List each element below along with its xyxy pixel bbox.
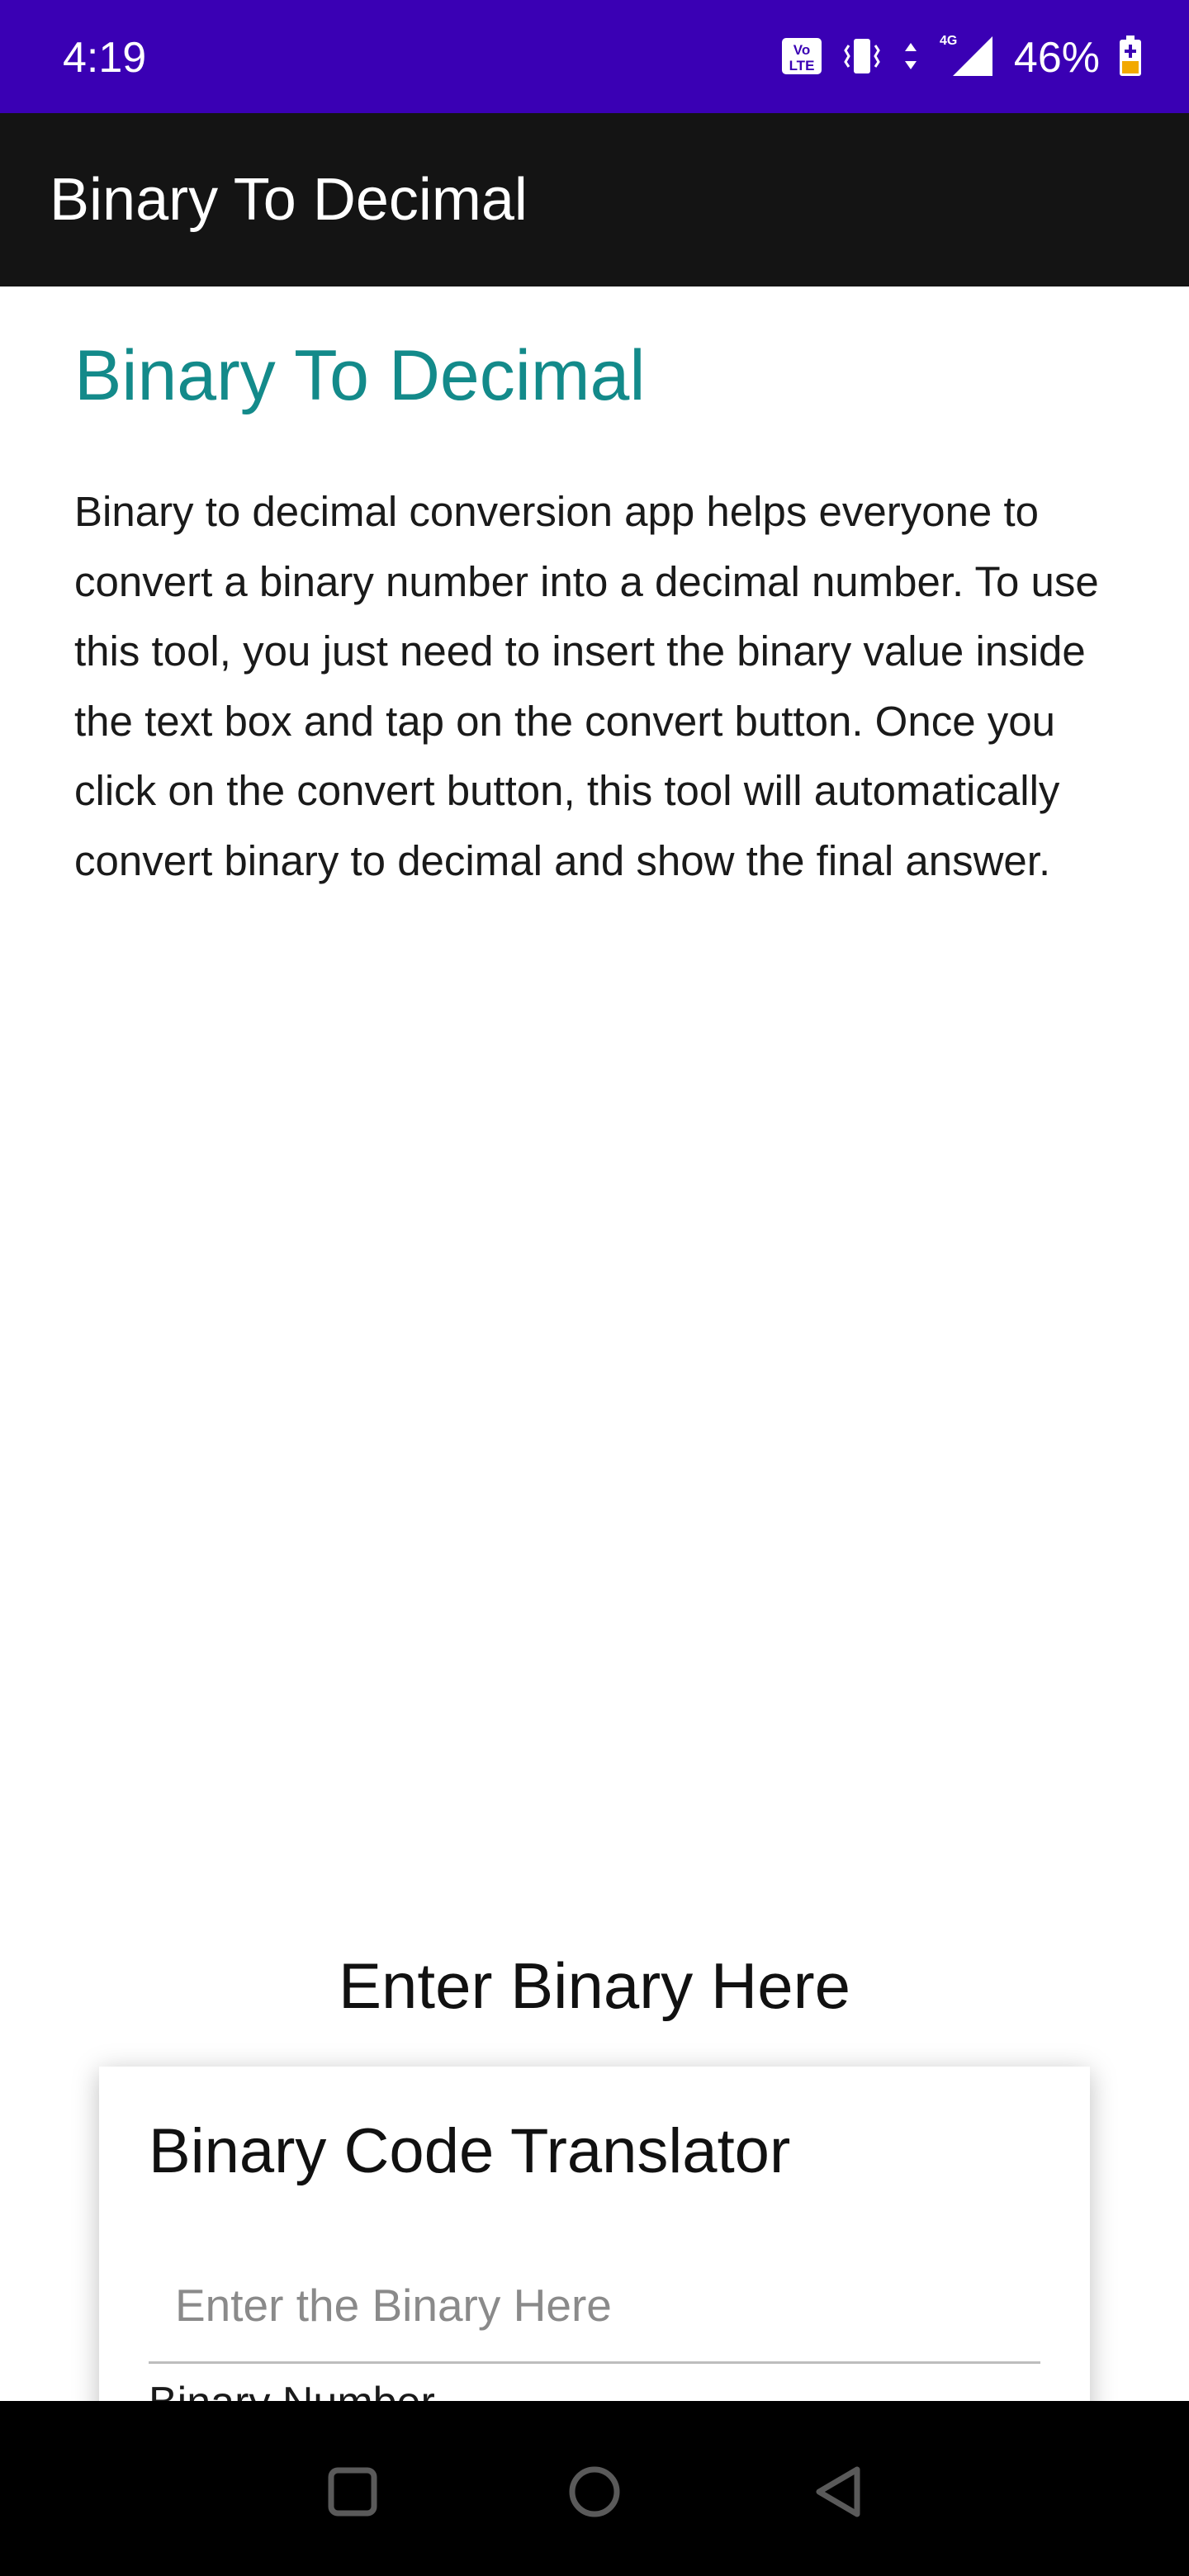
svg-text:LTE: LTE <box>789 58 814 73</box>
app-bar-title: Binary To Decimal <box>50 167 528 233</box>
volte-icon: Vo LTE <box>781 37 822 79</box>
binary-input[interactable] <box>149 2248 1040 2364</box>
data-arrows-icon <box>902 40 920 77</box>
back-triangle-icon[interactable] <box>797 2451 879 2533</box>
network-type-label: 4G <box>940 34 957 48</box>
card-title: Binary Code Translator <box>149 2116 791 2186</box>
recents-square-icon[interactable] <box>311 2451 394 2533</box>
home-circle-icon[interactable] <box>553 2451 636 2533</box>
battery-percent: 46% <box>1013 34 1100 82</box>
status-bar: 4:19 Vo LTE 4G 46% <box>0 0 1189 113</box>
status-time: 4:19 <box>63 34 147 82</box>
battery-charging-icon <box>1118 35 1143 82</box>
signal-icon: 4G <box>938 33 996 83</box>
vibrate-icon <box>841 36 883 81</box>
status-icons: Vo LTE 4G 46% <box>781 25 1143 91</box>
page-title: Binary To Decimal <box>74 336 646 415</box>
svg-text:Vo: Vo <box>793 42 810 58</box>
navigation-bar <box>0 2401 1189 2576</box>
enter-binary-heading: Enter Binary Here <box>339 1949 850 2022</box>
app-bar: Binary To Decimal <box>0 113 1189 286</box>
description-text: Binary to decimal conversion app helps e… <box>74 488 1099 884</box>
